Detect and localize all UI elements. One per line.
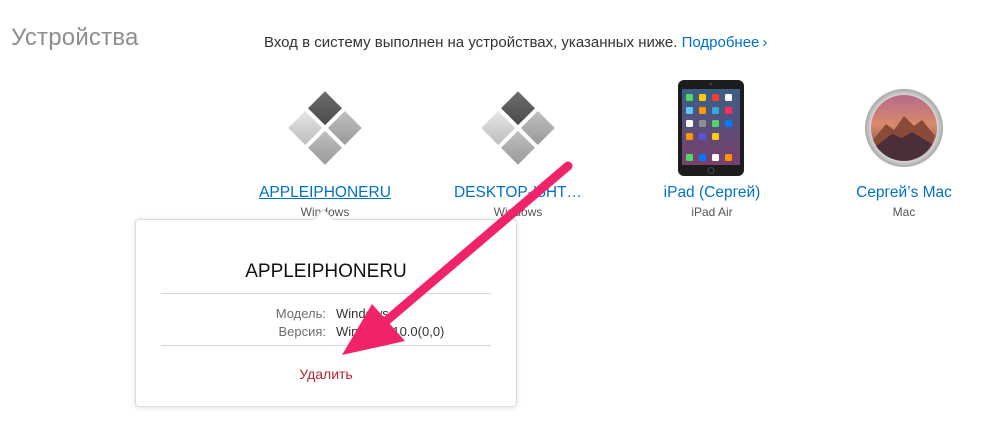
model-value: Windows — [336, 306, 389, 321]
popover-title: APPLEIPHONERU — [245, 261, 407, 282]
mac-icon — [819, 80, 989, 176]
device-type: Windows — [493, 205, 543, 219]
model-label: Модель: — [275, 306, 326, 321]
device-item-desktop[interactable]: DESKTOP-I5HT… Windows — [433, 80, 603, 219]
devices-page: Устройства Вход в систему выполнен на ус… — [0, 0, 1006, 436]
device-type: Mac — [892, 205, 916, 219]
device-name[interactable]: DESKTOP-I5HT… — [433, 184, 603, 202]
windows-icon — [240, 80, 410, 176]
learn-more-link[interactable]: Подробнее › — [682, 34, 768, 51]
device-details-popover: APPLEIPHONERU Модель: Windows Версия: Wi… — [135, 208, 517, 407]
version-label: Версия: — [278, 324, 326, 339]
device-name[interactable]: APPLEIPHONERU — [240, 184, 410, 202]
device-item-appleiphoneru[interactable]: APPLEIPHONERU Windows — [240, 80, 410, 219]
divider — [161, 293, 491, 294]
device-name[interactable]: iPad (Сергей) — [627, 184, 797, 202]
version-value: Windows 10.0(0,0) — [336, 324, 445, 339]
intro-text-line: Вход в систему выполнен на устройствах, … — [264, 34, 767, 51]
ipad-icon — [627, 80, 797, 176]
delete-device-button[interactable]: Удалить — [136, 366, 516, 382]
divider — [161, 345, 491, 346]
device-name[interactable]: Сергей’s Mac — [819, 184, 989, 202]
section-title: Устройства — [11, 24, 139, 51]
device-type: iPad Air — [691, 205, 733, 219]
chevron-right-icon: › — [762, 34, 768, 51]
device-item-mac[interactable]: Сергей’s Mac Mac — [819, 80, 989, 219]
intro-text: Вход в систему выполнен на устройствах, … — [264, 34, 678, 51]
windows-icon — [433, 80, 603, 176]
device-item-ipad[interactable]: iPad (Сергей) iPad Air — [627, 80, 797, 219]
